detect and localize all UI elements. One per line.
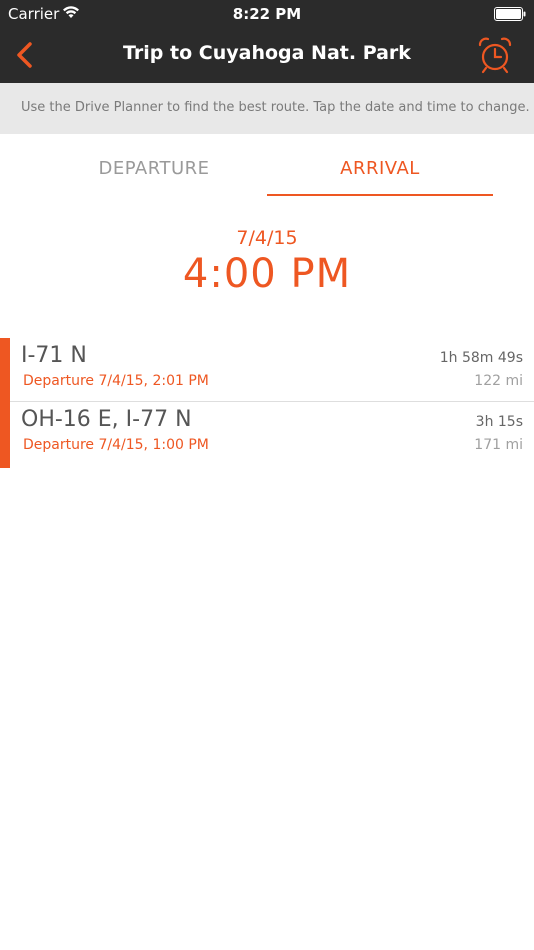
route-item[interactable]: I-71 N Departure 7/4/15, 2:01 PM 1h 58m … (0, 338, 534, 402)
route-departure: Departure 7/4/15, 1:00 PM (23, 437, 209, 453)
navigation-bar: Trip to Cuyahoga Nat. Park (0, 28, 534, 83)
route-distance: 122 mi (474, 373, 523, 389)
status-time: 8:22 PM (232, 5, 302, 23)
tab-departure[interactable]: DEPARTURE (41, 158, 267, 179)
route-departure: Departure 7/4/15, 2:01 PM (23, 373, 209, 389)
chevron-left-icon[interactable] (10, 38, 42, 72)
alarm-clock-icon[interactable] (476, 36, 514, 74)
battery-icon (494, 7, 526, 21)
info-text: Use the Drive Planner to find the best r… (21, 100, 530, 115)
route-distance: 171 mi (474, 437, 523, 453)
status-bar: Carrier 8:22 PM (0, 0, 534, 28)
tab-selected-indicator (267, 194, 493, 196)
route-highlight-bar (0, 338, 10, 402)
route-duration: 1h 58m 49s (439, 350, 523, 366)
tab-bar: DEPARTURE ARRIVAL (0, 134, 534, 198)
arrival-time[interactable]: 4:00 PM (0, 251, 534, 297)
arrival-date[interactable]: 7/4/15 (0, 227, 534, 249)
route-duration: 3h 15s (475, 414, 523, 430)
info-banner: Use the Drive Planner to find the best r… (0, 83, 534, 134)
route-item[interactable]: OH-16 E, I-77 N Departure 7/4/15, 1:00 P… (0, 402, 534, 468)
route-name: OH-16 E, I-77 N (21, 407, 192, 432)
route-highlight-bar (0, 402, 10, 468)
route-name: I-71 N (21, 343, 87, 368)
tab-arrival[interactable]: ARRIVAL (267, 158, 493, 179)
page-title: Trip to Cuyahoga Nat. Park (123, 42, 411, 64)
route-list: I-71 N Departure 7/4/15, 2:01 PM 1h 58m … (0, 338, 534, 468)
